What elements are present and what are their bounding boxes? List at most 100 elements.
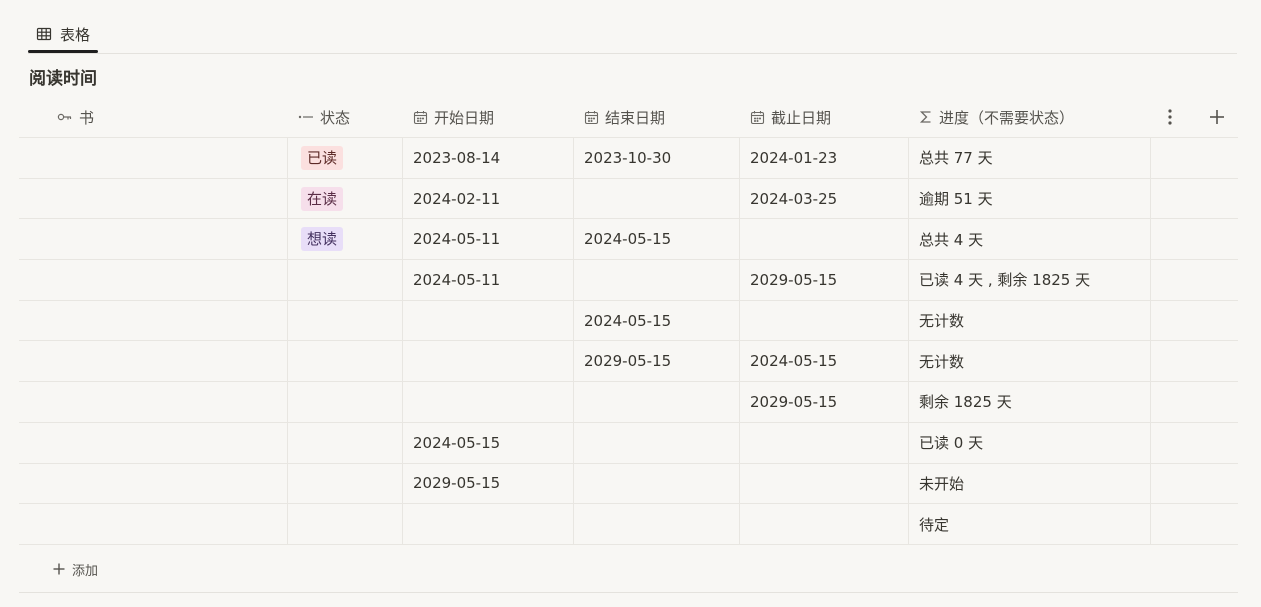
column-label: 书 — [79, 108, 95, 127]
add-row-button[interactable]: 添加 — [19, 546, 1238, 593]
cell-progress[interactable]: 已读 4 天 , 剩余 1825 天 — [909, 260, 1151, 300]
cell-status[interactable]: 想读 — [288, 219, 403, 260]
cell-start-date[interactable]: 2029-05-15 — [403, 463, 574, 504]
cell-start-date[interactable]: 2023-08-14 — [403, 138, 574, 178]
cell-progress[interactable]: 待定 — [909, 504, 1151, 544]
tab-label: 表格 — [60, 25, 91, 44]
cell-progress-value: 已读 4 天 , 剩余 1825 天 — [919, 271, 1091, 290]
cell-end-date[interactable] — [574, 504, 740, 544]
cell-start-date[interactable] — [403, 504, 574, 544]
cell-empty — [1151, 423, 1238, 463]
column-header-end-date[interactable]: 结束日期 — [574, 97, 740, 137]
table-row[interactable]: 待定 — [19, 504, 1238, 545]
cell-start-date[interactable]: 2024-05-11 — [403, 260, 574, 300]
table-row[interactable]: 2024-05-15 无计数 — [19, 300, 1238, 342]
cell-progress[interactable]: 剩余 1825 天 — [909, 382, 1151, 422]
cell-book[interactable] — [19, 463, 288, 504]
cell-end-date[interactable]: 2029-05-15 — [574, 341, 740, 382]
cell-deadline[interactable]: 2029-05-15 — [740, 382, 909, 422]
cell-end-date[interactable] — [574, 463, 740, 504]
table-row[interactable]: 2024-05-15 已读 0 天 — [19, 422, 1238, 464]
cell-progress-value: 总共 4 天 — [919, 230, 984, 249]
cell-book[interactable] — [19, 341, 288, 382]
cell-end-date[interactable]: 2024-05-15 — [574, 219, 740, 260]
cell-progress[interactable]: 逾期 51 天 — [909, 178, 1151, 219]
column-header-deadline[interactable]: 截止日期 — [740, 97, 909, 137]
cell-end-date[interactable] — [574, 178, 740, 219]
cell-progress-value: 已读 0 天 — [919, 434, 984, 453]
status-badge: 在读 — [301, 186, 344, 211]
cell-start-date[interactable]: 2024-02-11 — [403, 178, 574, 219]
sigma-icon — [919, 110, 933, 124]
table-row[interactable]: 2029-05-15 剩余 1825 天 — [19, 382, 1238, 423]
cell-start-date[interactable] — [403, 341, 574, 382]
cell-end-date[interactable]: 2023-10-30 — [574, 138, 740, 178]
table-row[interactable]: 2024-05-11 2029-05-15 已读 4 天 , 剩余 1825 天 — [19, 260, 1238, 301]
cell-end-date-value: 2023-10-30 — [584, 148, 672, 167]
cell-status[interactable] — [288, 463, 403, 504]
table-row[interactable]: 已读 2023-08-14 2023-10-30 2024-01-23 总共 77 天 — [19, 138, 1238, 179]
cell-status[interactable] — [288, 422, 403, 463]
cell-deadline[interactable] — [740, 463, 909, 504]
cell-empty — [1151, 138, 1238, 178]
cell-book[interactable] — [19, 138, 288, 178]
cell-progress[interactable]: 无计数 — [909, 300, 1151, 341]
cell-progress[interactable]: 总共 4 天 — [909, 219, 1151, 260]
plus-icon[interactable] — [1208, 108, 1226, 126]
cell-book[interactable] — [19, 260, 288, 300]
cell-status[interactable] — [288, 504, 403, 544]
cell-status[interactable] — [288, 260, 403, 300]
table-row[interactable]: 想读 2024-05-11 2024-05-15 总共 4 天 — [19, 219, 1238, 261]
cell-book[interactable] — [19, 219, 288, 260]
cell-deadline[interactable]: 2029-05-15 — [740, 260, 909, 300]
cell-end-date[interactable] — [574, 382, 740, 422]
cell-empty — [1151, 382, 1238, 422]
cell-start-date[interactable]: 2024-05-11 — [403, 219, 574, 260]
table-row[interactable]: 2029-05-15 2024-05-15 无计数 — [19, 341, 1238, 383]
add-row-label: 添加 — [72, 563, 99, 579]
cell-progress[interactable]: 已读 0 天 — [909, 422, 1151, 463]
cell-book[interactable] — [19, 422, 288, 463]
cell-start-date[interactable]: 2024-05-15 — [403, 422, 574, 463]
cell-status[interactable] — [288, 341, 403, 382]
calendar-icon — [750, 110, 765, 125]
column-label: 开始日期 — [434, 108, 495, 127]
cell-progress[interactable]: 总共 77 天 — [909, 138, 1151, 178]
column-header-start-date[interactable]: 开始日期 — [403, 97, 574, 137]
cell-status[interactable] — [288, 300, 403, 341]
cell-deadline[interactable] — [740, 300, 909, 341]
cell-deadline[interactable] — [740, 504, 909, 544]
cell-deadline[interactable]: 2024-03-25 — [740, 178, 909, 219]
cell-start-date[interactable] — [403, 382, 574, 422]
more-vertical-icon[interactable] — [1167, 108, 1173, 126]
column-label: 结束日期 — [605, 108, 666, 127]
cell-end-date[interactable]: 2024-05-15 — [574, 300, 740, 341]
tab-table[interactable]: 表格 — [28, 16, 99, 53]
cell-progress[interactable]: 无计数 — [909, 341, 1151, 382]
cell-progress-value: 无计数 — [919, 312, 965, 331]
cell-deadline[interactable] — [740, 219, 909, 260]
cell-book[interactable] — [19, 382, 288, 422]
column-header-status[interactable]: 状态 — [288, 97, 403, 137]
column-label: 截止日期 — [771, 108, 832, 127]
column-header-book[interactable]: 书 — [19, 97, 288, 137]
cell-start-date-value: 2029-05-15 — [413, 474, 501, 493]
key-icon — [57, 111, 73, 123]
cell-status[interactable]: 在读 — [288, 178, 403, 219]
column-header-progress[interactable]: 进度（不需要状态） — [909, 97, 1151, 137]
cell-start-date[interactable] — [403, 300, 574, 341]
cell-deadline[interactable]: 2024-01-23 — [740, 138, 909, 178]
cell-book[interactable] — [19, 178, 288, 219]
cell-book[interactable] — [19, 504, 288, 544]
table-row[interactable]: 在读 2024-02-11 2024-03-25 逾期 51 天 — [19, 178, 1238, 220]
cell-deadline[interactable]: 2024-05-15 — [740, 341, 909, 382]
cell-status[interactable]: 已读 — [288, 138, 403, 178]
cell-book[interactable] — [19, 300, 288, 341]
cell-status[interactable] — [288, 382, 403, 422]
cell-empty — [1151, 179, 1238, 219]
cell-progress[interactable]: 未开始 — [909, 463, 1151, 504]
cell-deadline[interactable] — [740, 422, 909, 463]
table-row[interactable]: 2029-05-15 未开始 — [19, 463, 1238, 505]
cell-end-date[interactable] — [574, 260, 740, 300]
cell-end-date[interactable] — [574, 422, 740, 463]
